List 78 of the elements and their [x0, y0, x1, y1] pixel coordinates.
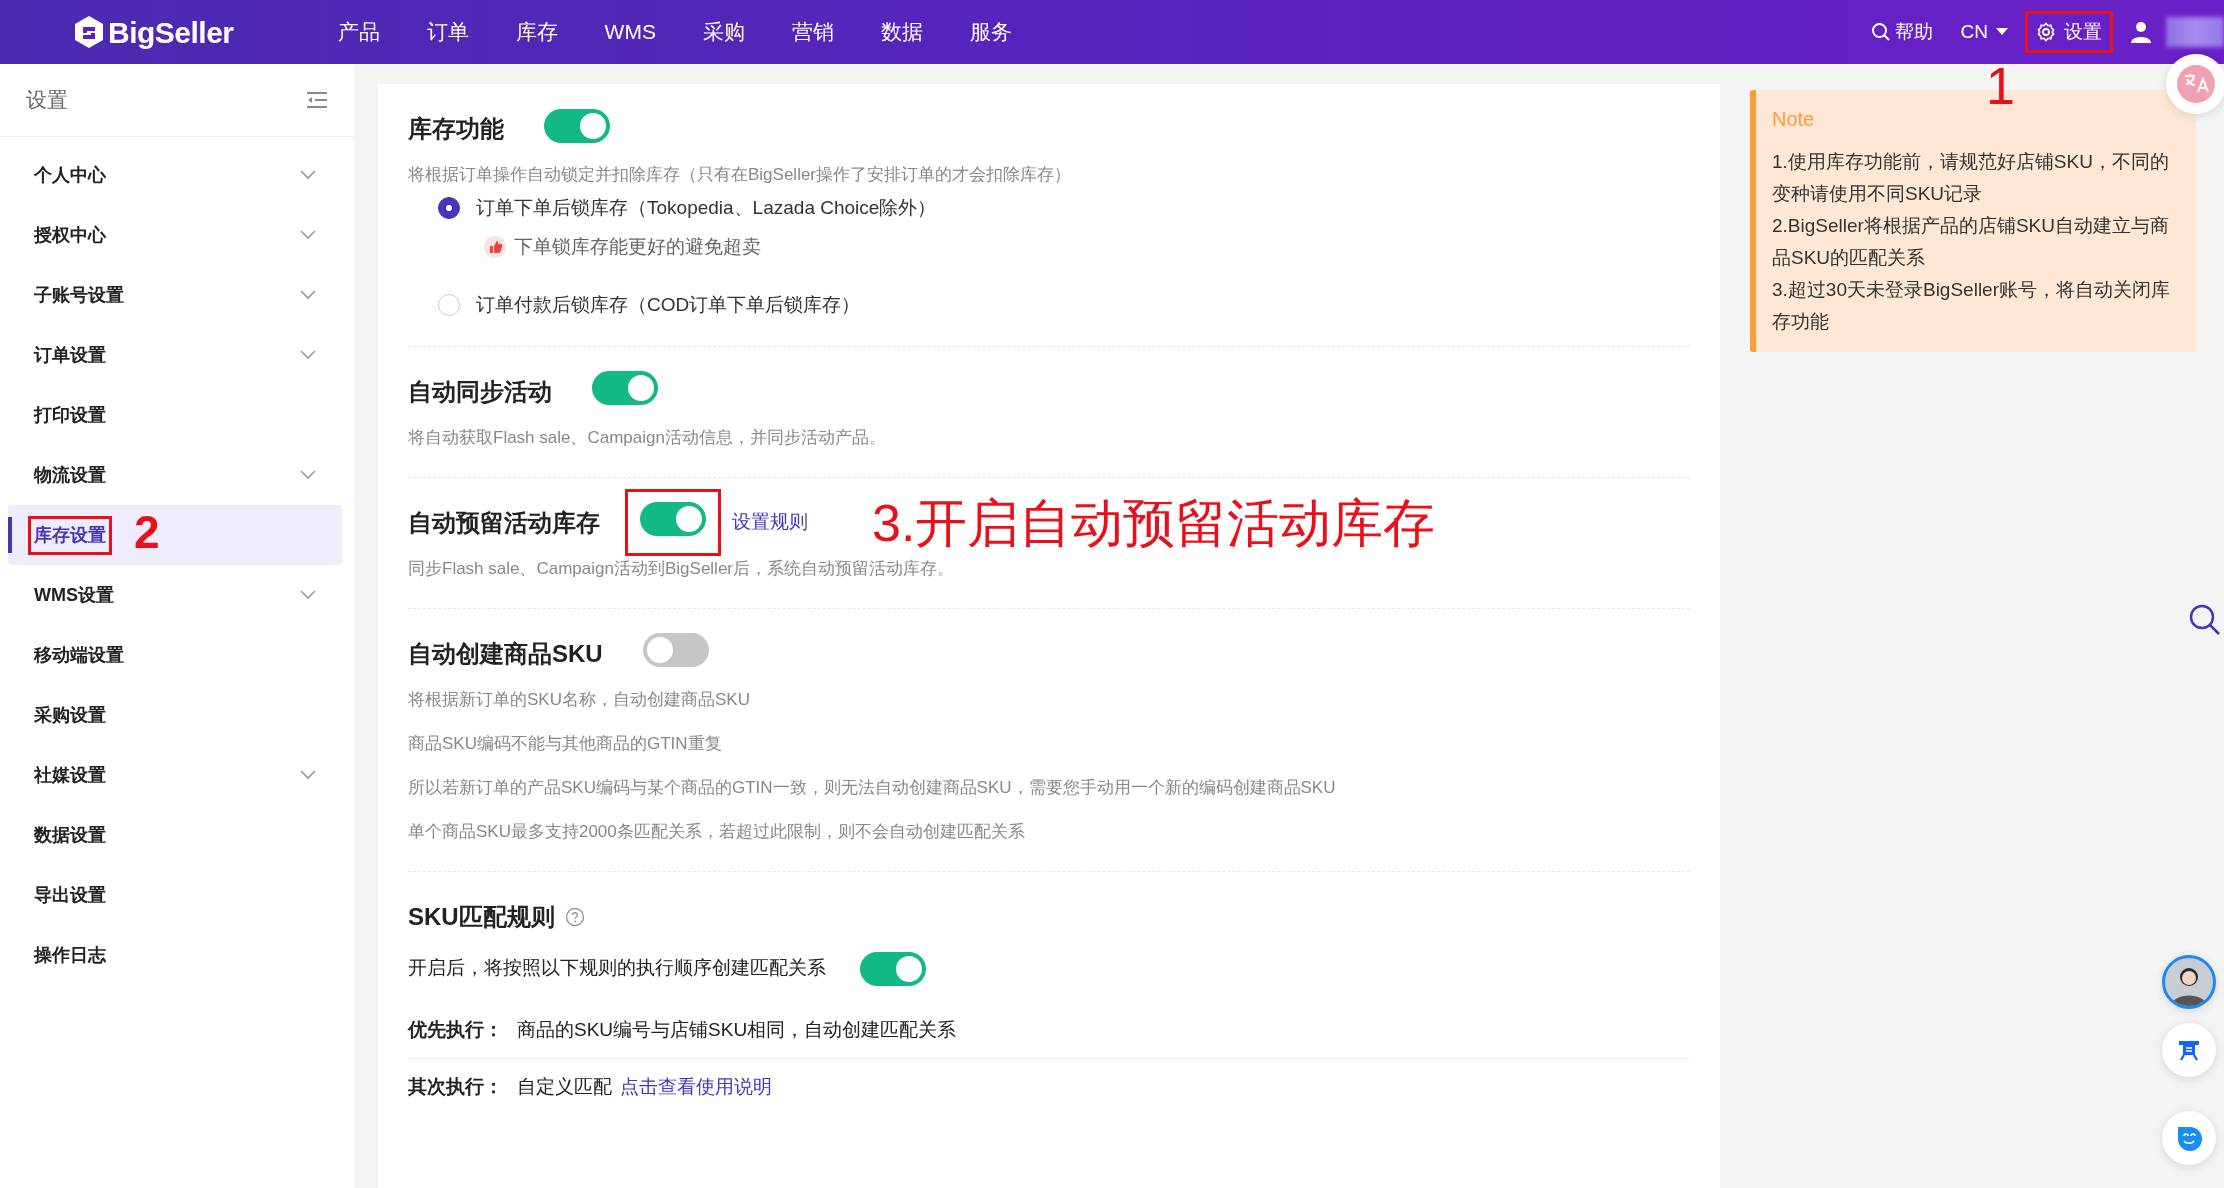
nav-link[interactable]: 库存	[515, 16, 558, 48]
rule-text: 商品的SKU编号与店铺SKU相同，自动创建匹配关系	[517, 1017, 957, 1042]
nav-link[interactable]: 订单	[426, 16, 469, 48]
description-text: 同步Flash sale、Campaign活动到BigSeller后，系统自动预留活动库存。	[408, 557, 955, 580]
settings-button[interactable]: 设置	[2030, 15, 2108, 49]
sidebar-item[interactable]: 子账号设置	[8, 265, 342, 325]
help-button[interactable]: 帮助	[1864, 15, 1939, 49]
description-text: 将自动获取Flash sale、Campaign活动信息，并同步活动产品。	[408, 426, 887, 449]
description-text: 单个商品SKU最多支持2000条匹配关系，若超过此限制，则不会自动创建匹配关系	[408, 820, 1026, 843]
caret-icon	[1996, 28, 2008, 36]
toggle-switch[interactable]	[592, 371, 658, 405]
annotation-text: 3.开启自动预留活动库存	[872, 496, 1436, 549]
description-text: 将根据新订单的SKU名称，自动创建商品SKU	[408, 688, 751, 711]
search-icon[interactable]	[2188, 603, 2222, 637]
tip-text: 下单锁库存能更好的避免超卖	[514, 234, 761, 259]
toggle-switch[interactable]	[642, 633, 709, 667]
toggle-switch[interactable]	[544, 108, 610, 143]
rule-label: 优先执行：	[408, 1017, 503, 1042]
note-text: 2.BigSeller将根据产品的店铺SKU自动建立与商品SKU的匹配关系	[1772, 214, 2170, 270]
sidebar-item[interactable]: WMS设置	[8, 565, 342, 625]
chat-icon	[2177, 1038, 2201, 1062]
rule-label: 其次执行：	[408, 1075, 503, 1099]
nav-link[interactable]: 采购	[702, 16, 745, 48]
thumbs-up-icon	[484, 235, 506, 258]
rules-link[interactable]: 设置规则	[732, 508, 808, 537]
description-text: 所以若新订单的产品SKU编码与某个商品的GTIN一致，则无法自动创建商品SKU，需要您手动用一个新的编码创建商品SKU	[408, 776, 1337, 799]
rule-text: 自定义匹配	[517, 1075, 612, 1099]
sidebar-item[interactable]: 打印设置	[8, 385, 342, 445]
option-label: 订单下单后锁库存（Tokopedia、Lazada Choice除外）	[476, 196, 937, 220]
sidebar-item[interactable]: 采购设置	[8, 685, 342, 745]
annotation-number: 2	[134, 509, 160, 555]
nav-link[interactable]: 产品	[337, 16, 380, 48]
sidebar-item[interactable]: 库存设置 2	[8, 505, 342, 565]
translate-icon	[2176, 64, 2216, 104]
sidebar-item[interactable]: 导出设置	[8, 865, 342, 925]
hexagon-logo-icon	[74, 15, 104, 49]
toggle-switch[interactable]	[860, 951, 926, 986]
language-selector[interactable]: CN	[1954, 15, 2014, 49]
description-text: 商品SKU编码不能与其他商品的GTIN重复	[408, 732, 723, 755]
section-title: 自动同步活动	[408, 376, 552, 407]
description-text: 将根据订单操作自动锁定并扣除库存（只有在BigSeller操作了安排订单的才会扣除库存）	[408, 164, 1073, 186]
sidebar-title: 设置	[26, 87, 68, 114]
option-label: 订单付款后锁库存（COD订单下单后锁库存）	[476, 293, 861, 317]
logo-text: BigSeller	[108, 14, 234, 51]
section-title: SKU匹配规则	[408, 901, 555, 932]
section-title: 自动创建商品SKU	[408, 638, 603, 669]
chat-button[interactable]	[2162, 1023, 2216, 1077]
sidebar-item[interactable]: 移动端设置	[8, 625, 342, 685]
note-text: 1.使用库存功能前，请规范好店铺SKU，不同的变种请使用不同SKU记录	[1772, 150, 2170, 206]
section-title: 自动预留活动库存	[408, 507, 600, 538]
nav-link[interactable]: 营销	[791, 16, 834, 48]
help-icon	[564, 906, 585, 927]
sidebar-item[interactable]: 授权中心	[8, 205, 342, 265]
nav-link[interactable]: 数据	[880, 16, 923, 48]
collapse-menu-icon[interactable]	[306, 91, 328, 109]
usage-link[interactable]: 点击查看使用说明	[620, 1073, 772, 1102]
blurred-username	[2166, 17, 2224, 47]
feedback-button[interactable]	[2162, 1111, 2216, 1165]
sidebar-item[interactable]: 社媒设置	[8, 745, 342, 805]
section-title: 库存功能	[408, 114, 504, 144]
sidebar-item[interactable]: 订单设置	[8, 325, 342, 385]
sidebar-item[interactable]: 数据设置	[8, 805, 342, 865]
person-icon	[2130, 21, 2152, 43]
sidebar-item[interactable]: 操作日志	[8, 925, 342, 985]
note-text: 3.超过30天未登录BigSeller账号，将自动关闭库存功能	[1772, 278, 2172, 334]
annotation-number: 1	[1986, 59, 2015, 112]
toggle-switch[interactable]	[640, 502, 706, 536]
radio-button[interactable]	[438, 197, 460, 220]
gear-icon	[2036, 22, 2056, 42]
switch-label: 开启后，将按照以下规则的执行顺序创建匹配关系	[408, 956, 826, 981]
search-icon	[1870, 22, 1891, 42]
smile-icon	[2176, 1125, 2202, 1151]
nav-link[interactable]: 服务	[969, 16, 1012, 48]
nav-link[interactable]: WMS	[604, 16, 656, 48]
note-title: Note	[1772, 107, 1816, 132]
sidebar-item[interactable]: 物流设置	[8, 445, 342, 505]
sidebar-item[interactable]: 个人中心	[8, 145, 342, 205]
support-avatar[interactable]	[2162, 955, 2216, 1009]
